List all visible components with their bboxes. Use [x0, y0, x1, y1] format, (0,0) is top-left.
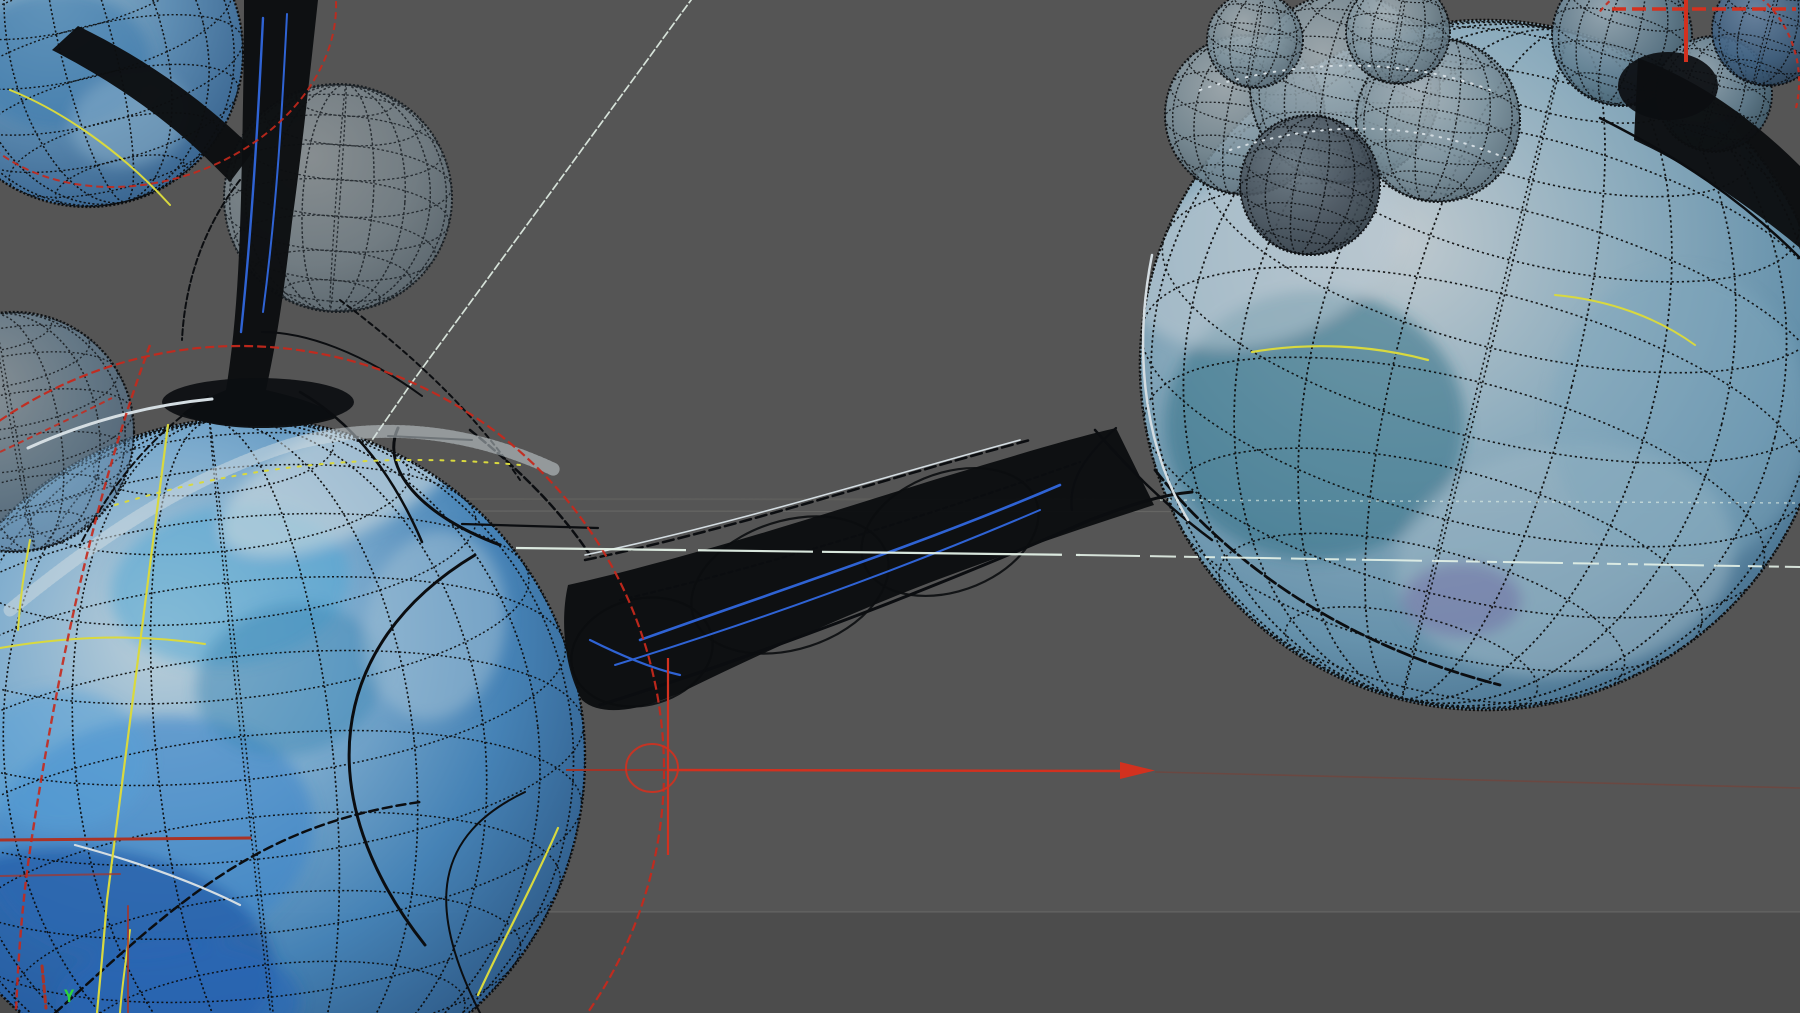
x-axis-arrow-gizmo[interactable] [566, 658, 1800, 855]
axis-arrow-head[interactable] [1120, 762, 1155, 779]
gizmo-center-handle[interactable] [625, 743, 679, 793]
scene-canvas: Y [0, 0, 1800, 1013]
axis-y-label: Y [64, 987, 75, 1007]
viewport-3d[interactable]: Y [0, 0, 1800, 1013]
axis-tail-line [1154, 771, 1800, 789]
axis-arrow-shaft[interactable] [667, 768, 1121, 773]
